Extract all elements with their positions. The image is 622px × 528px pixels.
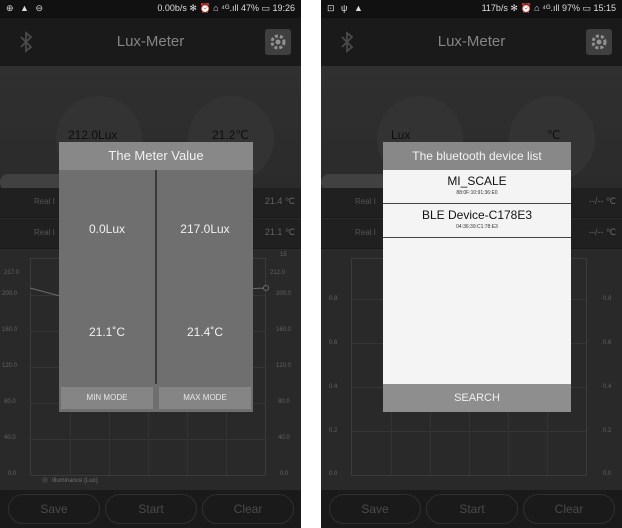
device-name: MI_SCALE — [447, 174, 507, 188]
search-button[interactable]: SEARCH — [383, 384, 571, 412]
dialog-title: The Meter Value — [59, 142, 253, 170]
left-phone-screen: ⊕ ▲ ⊖ 0.00b/s ✻ ⏰ ⌂ ⁴ᴳ.ıll 47% ▭ 19:26 L… — [0, 0, 301, 528]
min-temp-value: 21.1˚C — [88, 325, 126, 339]
min-lux-value: 0.0Lux — [88, 222, 126, 236]
max-lux-value: 217.0Lux — [180, 222, 230, 236]
device-name: BLE Device-C178E3 — [421, 208, 533, 222]
status-icons-left: ⊕ ▲ ⊖ — [6, 3, 45, 13]
device-mac: 04:36:39:C1:78:E3 — [456, 224, 498, 230]
max-column: 217.0Lux 21.4˚C — [157, 170, 253, 384]
meter-value-dialog: The Meter Value 0.0Lux 21.1˚C 217.0Lux 2… — [59, 142, 253, 412]
status-bar: ⊕ ▲ ⊖ 0.00b/s ✻ ⏰ ⌂ ⁴ᴳ.ıll 47% ▭ 19:26 — [0, 0, 301, 18]
min-column: 0.0Lux 21.1˚C — [59, 170, 155, 384]
device-mac: 88:0F:10:91:36:E0 — [456, 190, 498, 196]
bluetooth-device-dialog: The bluetooth device list MI_SCALE 88:0F… — [383, 142, 571, 412]
min-mode-button[interactable]: MIN MODE — [61, 387, 153, 409]
status-icons-left: ⊡ ψ ▲ — [327, 3, 365, 13]
dialog-title: The bluetooth device list — [383, 142, 571, 170]
max-temp-value: 21.4˚C — [186, 325, 224, 339]
status-icons-right: 0.00b/s ✻ ⏰ ⌂ ⁴ᴳ.ıll 47% ▭ 19:26 — [157, 3, 295, 13]
status-bar: ⊡ ψ ▲ 117b/s ✻ ⏰ ⌂ ⁴ᴳ.ıll 97% ▭ 15:15 — [321, 0, 622, 18]
status-icons-right: 117b/s ✻ ⏰ ⌂ ⁴ᴳ.ıll 97% ▭ 15:15 — [481, 3, 616, 13]
device-list-item[interactable]: BLE Device-C178E3 04:36:39:C1:78:E3 — [383, 204, 571, 238]
device-list-item[interactable]: MI_SCALE 88:0F:10:91:36:E0 — [383, 170, 571, 204]
max-mode-button[interactable]: MAX MODE — [159, 387, 251, 409]
